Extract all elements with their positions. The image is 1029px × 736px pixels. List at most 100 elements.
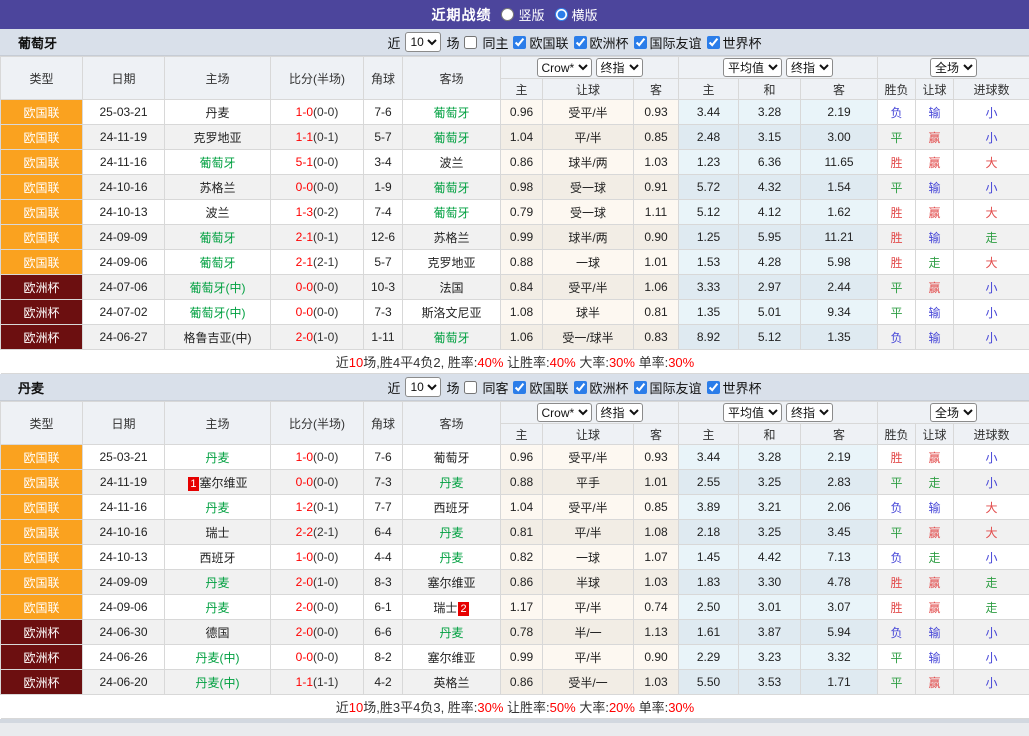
- corner-cell: 7-7: [364, 495, 403, 520]
- comp-checkbox-0[interactable]: [513, 381, 526, 394]
- filter-controls: 近10场同客欧国联欧洲杯国际友谊世界杯: [385, 377, 763, 397]
- avg-home-odds: 1.25: [679, 225, 739, 250]
- average-select-1[interactable]: 终指: [786, 58, 833, 77]
- comp-checkbox-2[interactable]: [634, 36, 647, 49]
- away-team-cell: 葡萄牙: [403, 445, 501, 470]
- result-goals: 走: [954, 595, 1029, 620]
- summary-segment: 30%: [609, 355, 635, 370]
- fullmatch-select-0[interactable]: 全场: [930, 58, 977, 77]
- average-select-0[interactable]: 平均值: [723, 58, 782, 77]
- vertical-radio-input[interactable]: [501, 8, 514, 21]
- team-label: 葡萄牙: [433, 106, 469, 120]
- red-card-badge: 1: [188, 477, 198, 491]
- away-team-cell: 丹麦: [403, 520, 501, 545]
- handicap-line: 一球: [543, 545, 634, 570]
- halftime-score: (0-0): [313, 550, 338, 564]
- comp-label-3: 世界杯: [723, 378, 762, 397]
- handicap-away-odds: 0.85: [634, 125, 679, 150]
- bookmaker-select-0[interactable]: Crow*: [537, 403, 592, 422]
- avg-away-odds: 1.71: [801, 670, 878, 695]
- avg-draw-odds: 3.25: [739, 520, 801, 545]
- corner-cell: 8-2: [364, 645, 403, 670]
- avg-away-odds: 1.62: [801, 200, 878, 225]
- avg-home-odds: 1.83: [679, 570, 739, 595]
- fulltime-score: 0-0: [296, 180, 313, 194]
- comp-checkbox-2[interactable]: [634, 381, 647, 394]
- comp-checkbox-0[interactable]: [513, 36, 526, 49]
- matches-table: 类型日期主场比分(半场)角球客场Crow*终指平均值终指全场主让球客主和客胜负让…: [0, 401, 1029, 719]
- bookmaker-select-1[interactable]: 终指: [596, 403, 643, 422]
- home-team-cell: 葡萄牙: [165, 250, 271, 275]
- halftime-score: (0-0): [313, 305, 338, 319]
- sub-col-header: 让球: [543, 79, 634, 100]
- competition-badge: 欧洲杯: [1, 670, 83, 695]
- layout-radio-vertical[interactable]: 竖版: [501, 5, 544, 24]
- summary-segment: 40%: [477, 355, 503, 370]
- same-venue-checkbox[interactable]: [464, 381, 477, 394]
- summary-cell: 近10场,胜4平4负2, 胜率:40% 让胜率:40% 大率:30% 单率:30…: [1, 350, 1029, 374]
- fullmatch-select-0[interactable]: 全场: [930, 403, 977, 422]
- recent-count-select[interactable]: 10: [405, 377, 441, 397]
- competition-badge: 欧国联: [1, 100, 83, 125]
- team-section: 葡萄牙近10场同主欧国联欧洲杯国际友谊世界杯类型日期主场比分(半场)角球客场Cr…: [0, 29, 1029, 374]
- home-team-cell: 苏格兰: [165, 175, 271, 200]
- layout-radio-horizontal[interactable]: 横版: [555, 5, 598, 24]
- result-outcome: 平: [878, 470, 916, 495]
- result-goals: 小: [954, 545, 1029, 570]
- odds-group-header: 全场: [878, 57, 1029, 79]
- summary-segment: 近: [336, 355, 349, 370]
- corner-cell: 8-3: [364, 570, 403, 595]
- result-outcome: 负: [878, 495, 916, 520]
- same-venue-label: 同主: [482, 33, 508, 52]
- odds-group-header: Crow*终指: [501, 57, 679, 79]
- team-label: 塞尔维亚: [427, 651, 475, 665]
- avg-draw-odds: 4.42: [739, 545, 801, 570]
- halftime-score: (0-0): [313, 475, 338, 489]
- corner-cell: 5-7: [364, 250, 403, 275]
- home-team-cell: 克罗地亚: [165, 125, 271, 150]
- comp-checkbox-3[interactable]: [707, 36, 720, 49]
- team-name: 丹麦: [18, 378, 44, 397]
- avg-draw-odds: 4.12: [739, 200, 801, 225]
- handicap-line: 受一球: [543, 200, 634, 225]
- handicap-away-odds: 0.93: [634, 100, 679, 125]
- avg-draw-odds: 3.01: [739, 595, 801, 620]
- average-select-0[interactable]: 平均值: [723, 403, 782, 422]
- result-goals: 小: [954, 645, 1029, 670]
- odds-group-header: Crow*终指: [501, 402, 679, 424]
- fulltime-score: 0-0: [296, 305, 313, 319]
- result-goals: 小: [954, 125, 1029, 150]
- recent-count-select[interactable]: 10: [405, 32, 441, 52]
- average-select-1[interactable]: 终指: [786, 403, 833, 422]
- bookmaker-select-1[interactable]: 终指: [596, 58, 643, 77]
- competition-badge: 欧洲杯: [1, 620, 83, 645]
- result-handicap: 输: [916, 325, 954, 350]
- handicap-away-odds: 1.01: [634, 250, 679, 275]
- handicap-away-odds: 1.01: [634, 470, 679, 495]
- avg-draw-odds: 3.53: [739, 670, 801, 695]
- avg-away-odds: 5.94: [801, 620, 878, 645]
- fulltime-score: 1-0: [296, 450, 313, 464]
- score-cell: 2-0(0-0): [271, 595, 364, 620]
- competition-badge: 欧洲杯: [1, 645, 83, 670]
- col-header: 客场: [403, 402, 501, 445]
- summary-segment: 大率:: [576, 355, 609, 370]
- avg-away-odds: 3.07: [801, 595, 878, 620]
- comp-checkbox-1[interactable]: [574, 381, 587, 394]
- horizontal-radio-input[interactable]: [555, 8, 568, 21]
- bookmaker-select-0[interactable]: Crow*: [537, 58, 592, 77]
- avg-draw-odds: 2.97: [739, 275, 801, 300]
- avg-home-odds: 5.50: [679, 670, 739, 695]
- team-label: 葡萄牙: [433, 451, 469, 465]
- same-venue-checkbox[interactable]: [464, 36, 477, 49]
- comp-checkbox-1[interactable]: [574, 36, 587, 49]
- col-header: 主场: [165, 57, 271, 100]
- odds-group-header: 全场: [878, 402, 1029, 424]
- team-label: 丹麦: [439, 551, 463, 565]
- match-row: 欧国联24-10-16瑞士2-2(2-1)6-4丹麦0.81平/半1.082.1…: [1, 520, 1029, 545]
- team-label: 克罗地亚: [427, 256, 475, 270]
- team-label: 葡萄牙(中): [190, 306, 246, 320]
- handicap-line: 平手: [543, 470, 634, 495]
- comp-checkbox-3[interactable]: [707, 381, 720, 394]
- competition-badge: 欧洲杯: [1, 275, 83, 300]
